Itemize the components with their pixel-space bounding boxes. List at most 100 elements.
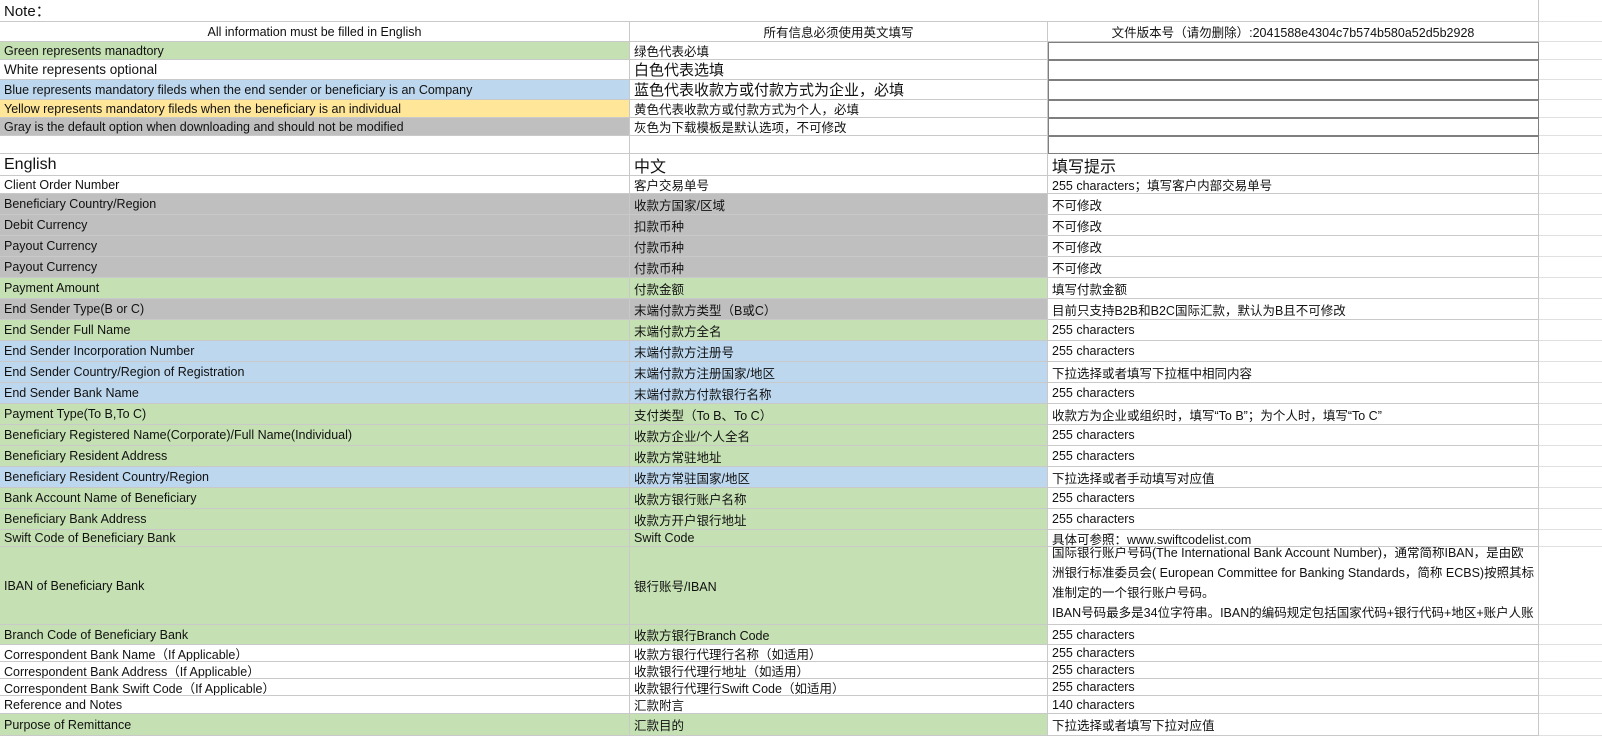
legend-green-zh[interactable]: 绿色代表必填	[630, 42, 1048, 60]
field-english[interactable]: Purpose of Remittance	[0, 714, 630, 736]
header-chinese[interactable]: 所有信息必须使用英文填写	[630, 22, 1048, 42]
field-english[interactable]: Swift Code of Beneficiary Bank	[0, 530, 630, 547]
empty-cell[interactable]	[1539, 530, 1602, 547]
field-chinese[interactable]: 收款方常驻国家/地区	[630, 467, 1048, 488]
field-hint[interactable]: 255 characters	[1048, 488, 1539, 509]
field-chinese[interactable]: 收款方企业/个人全名	[630, 425, 1048, 446]
field-chinese[interactable]: 收款方国家/区域	[630, 194, 1048, 215]
field-chinese[interactable]: 付款币种	[630, 257, 1048, 278]
column-header-chinese[interactable]: 中文	[630, 154, 1048, 176]
empty-cell[interactable]	[1539, 0, 1602, 22]
empty-cell[interactable]	[1539, 215, 1602, 236]
field-english[interactable]: IBAN of Beneficiary Bank	[0, 547, 630, 625]
empty-cell[interactable]	[1539, 236, 1602, 257]
field-english[interactable]: Payment Type(To B,To C)	[0, 404, 630, 425]
legend-blue-zh[interactable]: 蓝色代表收款方或付款方式为企业，必填	[630, 80, 1048, 100]
legend-blue-en[interactable]: Blue represents mandatory fileds when th…	[0, 80, 630, 100]
note-cell[interactable]: Note：	[0, 0, 1539, 22]
field-hint[interactable]: 255 characters	[1048, 446, 1539, 467]
legend-gray-en[interactable]: Gray is the default option when download…	[0, 118, 630, 136]
field-chinese[interactable]: 支付类型（To B、To C）	[630, 404, 1048, 425]
field-hint[interactable]: 255 characters	[1048, 662, 1539, 679]
legend-empty-cell[interactable]	[1048, 118, 1539, 136]
field-hint[interactable]: 255 characters	[1048, 645, 1539, 662]
field-chinese[interactable]: 汇款目的	[630, 714, 1048, 736]
field-hint[interactable]: 255 characters	[1048, 679, 1539, 696]
field-hint[interactable]: 具体可参照：www.swiftcodelist.com	[1048, 530, 1539, 547]
field-hint[interactable]: 255 characters	[1048, 320, 1539, 341]
field-hint[interactable]: 255 characters	[1048, 509, 1539, 530]
empty-cell[interactable]	[1539, 341, 1602, 362]
field-hint[interactable]: 下拉选择或者填写下拉对应值	[1048, 714, 1539, 736]
field-english[interactable]: Correspondent Bank Swift Code（If Applica…	[0, 679, 630, 696]
empty-cell[interactable]	[630, 136, 1048, 154]
field-chinese[interactable]: 末端付款方注册国家/地区	[630, 362, 1048, 383]
field-english[interactable]: Reference and Notes	[0, 696, 630, 714]
column-header-hint[interactable]: 填写提示	[1048, 154, 1539, 176]
empty-cell[interactable]	[1539, 154, 1602, 176]
legend-green-en[interactable]: Green represents manadtory	[0, 42, 630, 60]
legend-empty-cell[interactable]	[1048, 80, 1539, 100]
field-chinese[interactable]: 付款金额	[630, 278, 1048, 299]
empty-cell[interactable]	[1539, 488, 1602, 509]
field-hint[interactable]: 不可修改	[1048, 257, 1539, 278]
field-english[interactable]: Bank Account Name of Beneficiary	[0, 488, 630, 509]
empty-cell[interactable]	[1539, 446, 1602, 467]
empty-cell[interactable]	[1539, 320, 1602, 341]
field-hint[interactable]: 255 characters；填写客户内部交易单号	[1048, 176, 1539, 194]
empty-cell[interactable]	[1539, 278, 1602, 299]
field-hint[interactable]: 255 characters	[1048, 341, 1539, 362]
field-chinese[interactable]: 末端付款方类型（B或C）	[630, 299, 1048, 320]
field-hint[interactable]: 255 characters	[1048, 625, 1539, 645]
empty-cell[interactable]	[1539, 645, 1602, 662]
field-chinese[interactable]: 末端付款方全名	[630, 320, 1048, 341]
empty-cell[interactable]	[1539, 509, 1602, 530]
field-english[interactable]: Debit Currency	[0, 215, 630, 236]
empty-cell[interactable]	[1539, 299, 1602, 320]
field-hint[interactable]: 不可修改	[1048, 194, 1539, 215]
empty-cell[interactable]	[1539, 100, 1602, 118]
field-hint[interactable]: 255 characters	[1048, 383, 1539, 404]
field-chinese[interactable]: 收款银行代理行Swift Code（如适用）	[630, 679, 1048, 696]
field-english[interactable]: Payout Currency	[0, 257, 630, 278]
header-version[interactable]: 文件版本号（请勿删除）:2041588e4304c7b574b580a52d5b…	[1048, 22, 1539, 42]
field-hint[interactable]: 收款方为企业或组织时，填写“To B”；为个人时，填写“To C”	[1048, 404, 1539, 425]
empty-cell[interactable]	[1539, 80, 1602, 100]
field-chinese[interactable]: 收款方银行代理行名称（如适用）	[630, 645, 1048, 662]
field-hint[interactable]: 255 characters	[1048, 425, 1539, 446]
legend-empty-cell[interactable]	[1048, 60, 1539, 80]
empty-cell[interactable]	[1539, 662, 1602, 679]
empty-cell[interactable]	[1539, 467, 1602, 488]
field-chinese[interactable]: 扣款币种	[630, 215, 1048, 236]
header-english[interactable]: All information must be filled in Englis…	[0, 22, 630, 42]
empty-cell[interactable]	[1539, 136, 1602, 154]
empty-cell[interactable]	[1539, 22, 1602, 42]
field-chinese[interactable]: 银行账号/IBAN	[630, 547, 1048, 625]
field-english[interactable]: Beneficiary Resident Country/Region	[0, 467, 630, 488]
empty-cell[interactable]	[1539, 176, 1602, 194]
empty-cell[interactable]	[1539, 679, 1602, 696]
field-english[interactable]: End Sender Bank Name	[0, 383, 630, 404]
field-english[interactable]: Payment Amount	[0, 278, 630, 299]
empty-cell[interactable]	[0, 136, 630, 154]
empty-cell[interactable]	[1048, 136, 1539, 154]
empty-cell[interactable]	[1539, 194, 1602, 215]
field-hint[interactable]: 不可修改	[1048, 236, 1539, 257]
field-english[interactable]: Payout Currency	[0, 236, 630, 257]
empty-cell[interactable]	[1539, 118, 1602, 136]
field-english[interactable]: End Sender Country/Region of Registratio…	[0, 362, 630, 383]
field-english[interactable]: Beneficiary Registered Name(Corporate)/F…	[0, 425, 630, 446]
field-english[interactable]: Beneficiary Country/Region	[0, 194, 630, 215]
empty-cell[interactable]	[1539, 625, 1602, 645]
field-english[interactable]: Correspondent Bank Name（If Applicable）	[0, 645, 630, 662]
field-chinese[interactable]: 收款方开户银行地址	[630, 509, 1048, 530]
field-chinese[interactable]: Swift Code	[630, 530, 1048, 547]
legend-yellow-zh[interactable]: 黄色代表收款方或付款方式为个人，必填	[630, 100, 1048, 118]
empty-cell[interactable]	[1539, 42, 1602, 60]
empty-cell[interactable]	[1539, 425, 1602, 446]
field-english[interactable]: Beneficiary Bank Address	[0, 509, 630, 530]
field-english[interactable]: End Sender Incorporation Number	[0, 341, 630, 362]
field-chinese[interactable]: 末端付款方注册号	[630, 341, 1048, 362]
empty-cell[interactable]	[1539, 60, 1602, 80]
field-chinese[interactable]: 客户交易单号	[630, 176, 1048, 194]
